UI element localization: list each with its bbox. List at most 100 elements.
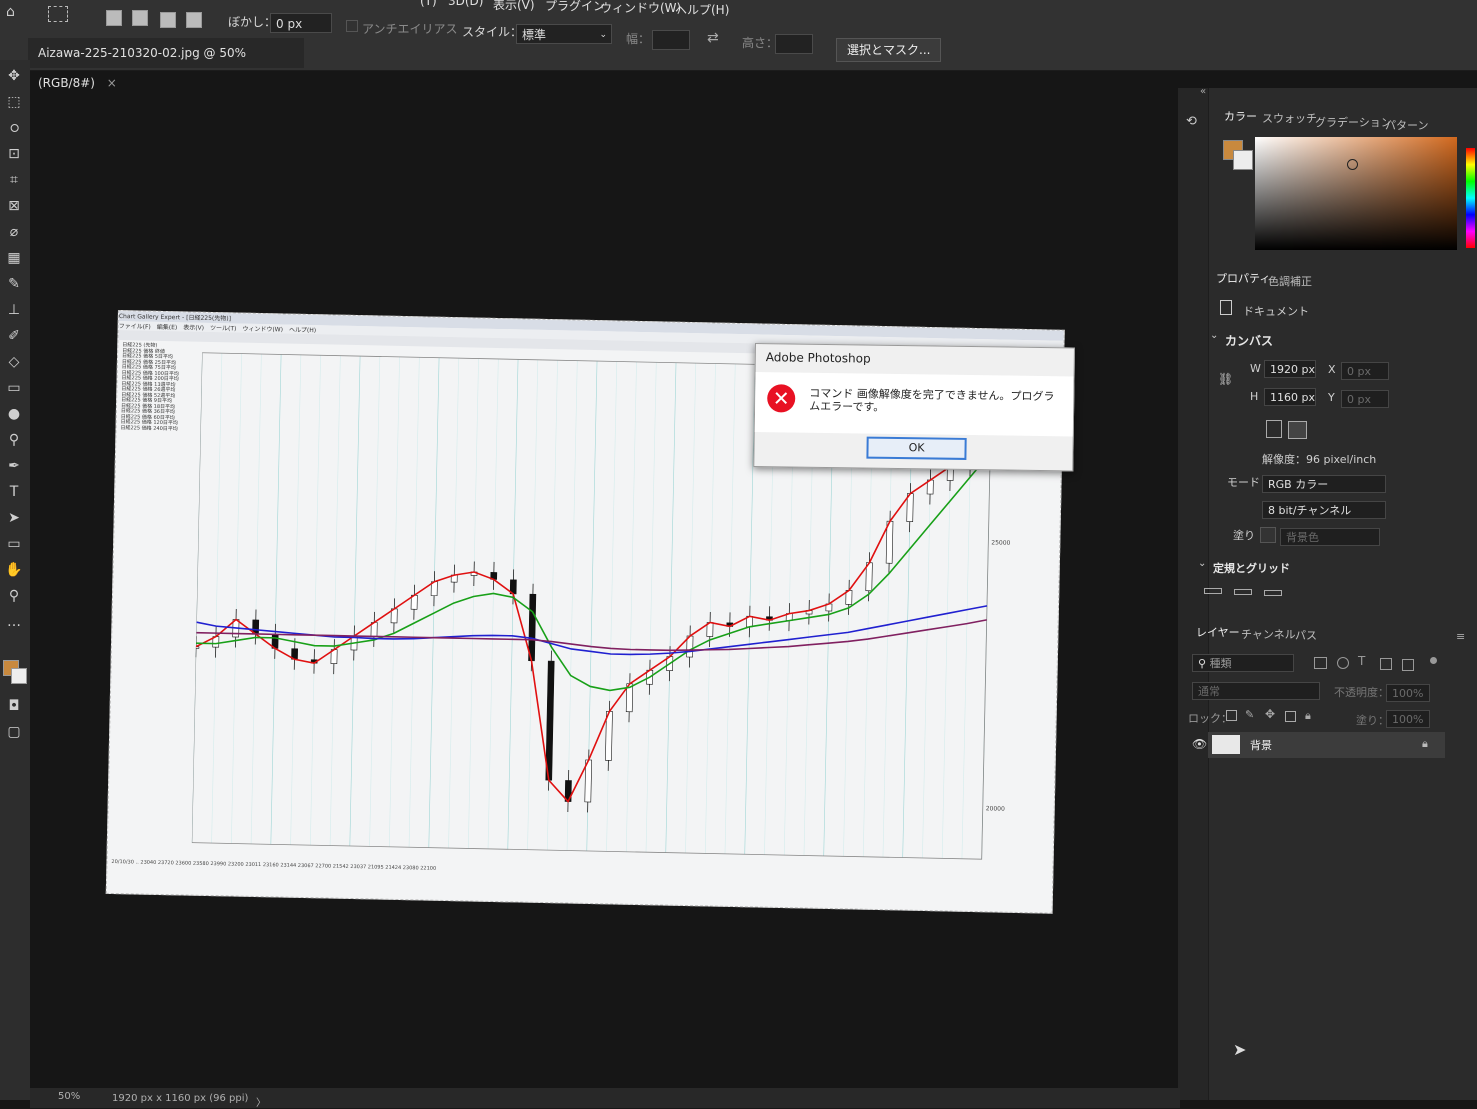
rulers-grids-header[interactable]: 定規とグリッド (1213, 560, 1290, 576)
hue-slider[interactable] (1466, 148, 1475, 248)
lock-artboard-icon[interactable] (1285, 711, 1296, 722)
type-icon[interactable]: T (3, 482, 25, 502)
lock-image-icon[interactable]: ✎ (1245, 708, 1254, 721)
quick-mask-icon[interactable]: ◘ (3, 696, 25, 716)
filter-adjustment-icon[interactable] (1337, 657, 1349, 669)
healing-brush-icon[interactable]: ▦ (3, 248, 25, 268)
width-input[interactable] (652, 30, 690, 50)
background-color-swatch[interactable] (11, 668, 27, 684)
history-panel-icon[interactable]: ⟲ (1186, 114, 1197, 129)
canvas-section-header[interactable]: カンバス (1225, 332, 1273, 349)
chevron-down-icon[interactable]: ⌄ (1198, 558, 1206, 569)
blur-icon[interactable]: ● (3, 404, 25, 424)
rectangle-icon[interactable]: ▭ (3, 534, 25, 554)
antialias-checkbox[interactable] (346, 20, 358, 32)
filter-smart-object-icon[interactable] (1402, 659, 1414, 671)
document-tab[interactable]: Aizawa-225-210320-02.jpg @ 50% (RGB/8#) … (28, 38, 304, 68)
menu-plugins[interactable]: プラグイン (545, 0, 605, 14)
height-input[interactable] (775, 34, 813, 54)
lock-all-icon[interactable]: 🔒︎ (1305, 709, 1311, 723)
filter-pixel-icon[interactable] (1314, 657, 1327, 669)
bit-depth-select[interactable]: 8 bit/チャンネル (1262, 501, 1386, 519)
menu-3d[interactable]: 3D(D) (448, 0, 483, 8)
history-brush-icon[interactable]: ✐ (3, 326, 25, 346)
tab-color[interactable]: カラー (1224, 108, 1257, 124)
filter-toggle-icon[interactable] (1430, 657, 1437, 664)
eye-icon[interactable]: 👁︎ (1192, 737, 1207, 751)
zoom-level[interactable]: 50% (58, 1091, 80, 1102)
grid-icon[interactable] (1234, 589, 1252, 595)
object-selection-icon[interactable]: ⊡ (3, 144, 25, 164)
fill-opacity-field[interactable]: 100% (1386, 710, 1430, 728)
chart-gridline (212, 353, 222, 843)
crop-icon[interactable]: ⌗ (3, 170, 25, 190)
layer-filter-field[interactable]: ⚲ 種類 (1192, 654, 1294, 672)
dodge-icon[interactable]: ⚲ (3, 430, 25, 450)
menu-view[interactable]: 表示(V) (493, 0, 535, 13)
menu-help[interactable]: ヘルプ(H) (675, 1, 729, 18)
lock-transparent-icon[interactable] (1226, 710, 1237, 721)
select-and-mask-button[interactable]: 選択とマスク... (836, 38, 941, 62)
filter-type-icon[interactable]: T (1358, 654, 1365, 668)
hand-icon[interactable]: ✋ (3, 560, 25, 580)
fill-opacity-label: 塗り： (1356, 712, 1389, 728)
fill-select[interactable]: 背景色 (1280, 528, 1380, 546)
status-menu-arrow[interactable]: 〉 (256, 1094, 266, 1109)
swap-dimensions-icon[interactable]: ⇄ (707, 30, 719, 46)
menu-type[interactable]: (T) (420, 0, 437, 8)
filter-shape-icon[interactable] (1380, 658, 1392, 670)
eraser-icon[interactable]: ◇ (3, 352, 25, 372)
style-select-value: 標準 (522, 28, 546, 42)
lock-icon: 🔒︎ (1422, 737, 1428, 751)
close-icon[interactable]: × (107, 76, 117, 90)
opacity-field[interactable]: 100% (1386, 684, 1430, 702)
zoom-icon[interactable]: ⚲ (3, 586, 25, 606)
color-mode-select[interactable]: RGB カラー (1262, 475, 1386, 493)
canvas-x-field[interactable]: 0 px (1341, 362, 1389, 380)
tab-channels[interactable]: チャンネル (1241, 626, 1296, 642)
tab-patterns[interactable]: パターン (1385, 117, 1428, 133)
layer-name[interactable]: 背景 (1250, 737, 1272, 753)
lasso-icon[interactable]: ഠ (3, 118, 25, 138)
canvas-y-field[interactable]: 0 px (1341, 390, 1389, 408)
portrait-orientation-icon[interactable] (1266, 420, 1282, 438)
ruler-icon[interactable] (1204, 588, 1222, 594)
path-selection-icon[interactable]: ➤ (3, 508, 25, 528)
rectangular-marquee-icon[interactable]: ⬚ (3, 92, 25, 112)
canvas-height-field[interactable]: 1160 px (1264, 388, 1316, 406)
eyedropper-icon[interactable]: ⌀ (3, 222, 25, 242)
tab-gradients[interactable]: グラデーション (1315, 114, 1392, 130)
pen-icon[interactable]: ✒ (3, 456, 25, 476)
color-picker-cursor[interactable] (1347, 159, 1358, 170)
blend-mode-select[interactable]: 通常 (1192, 682, 1320, 700)
chart-gridline (686, 363, 696, 853)
dialog-message: コマンド 画像解像度を完了できません。プログラムエラーです。 (809, 387, 1064, 417)
color-picker-field[interactable] (1255, 137, 1457, 250)
landscape-orientation-icon[interactable] (1288, 421, 1307, 439)
frame-icon[interactable]: ⊠ (3, 196, 25, 216)
menu-window[interactable]: ウィンドウ(W) (600, 0, 681, 16)
guides-icon[interactable] (1264, 590, 1282, 596)
move-tool-icon[interactable]: ✥ (3, 66, 25, 86)
ok-button[interactable]: OK (866, 437, 966, 460)
link-icon[interactable]: ⛓ (1218, 372, 1233, 386)
tab-adjustments[interactable]: 色調補正 (1268, 273, 1312, 289)
tab-properties[interactable]: プロパティ (1216, 270, 1270, 286)
clone-stamp-icon[interactable]: ⊥ (3, 300, 25, 320)
tab-paths[interactable]: パス (1295, 627, 1317, 643)
chevron-down-icon[interactable]: ⌄ (1210, 330, 1218, 341)
collapse-panels-icon[interactable]: « (1200, 86, 1206, 97)
more-tools-icon[interactable]: … (3, 612, 25, 632)
layer-row-background[interactable]: 👁︎ 背景 🔒︎ (1208, 732, 1445, 758)
lock-position-icon[interactable]: ✥ (1265, 707, 1275, 721)
tab-swatches[interactable]: スウォッチ (1262, 110, 1317, 126)
panel-menu-icon[interactable]: ≡ (1456, 630, 1465, 643)
style-select[interactable]: 標準 ⌄ (516, 24, 612, 44)
panel-background-swatch[interactable] (1233, 150, 1253, 170)
canvas-width-field[interactable]: 1920 px (1264, 360, 1316, 378)
tab-layers[interactable]: レイヤー (1196, 624, 1240, 640)
gradient-icon[interactable]: ▭ (3, 378, 25, 398)
screen-mode-icon[interactable]: ▢ (3, 722, 25, 742)
fill-swatch[interactable] (1260, 527, 1276, 543)
brush-icon[interactable]: ✎ (3, 274, 25, 294)
